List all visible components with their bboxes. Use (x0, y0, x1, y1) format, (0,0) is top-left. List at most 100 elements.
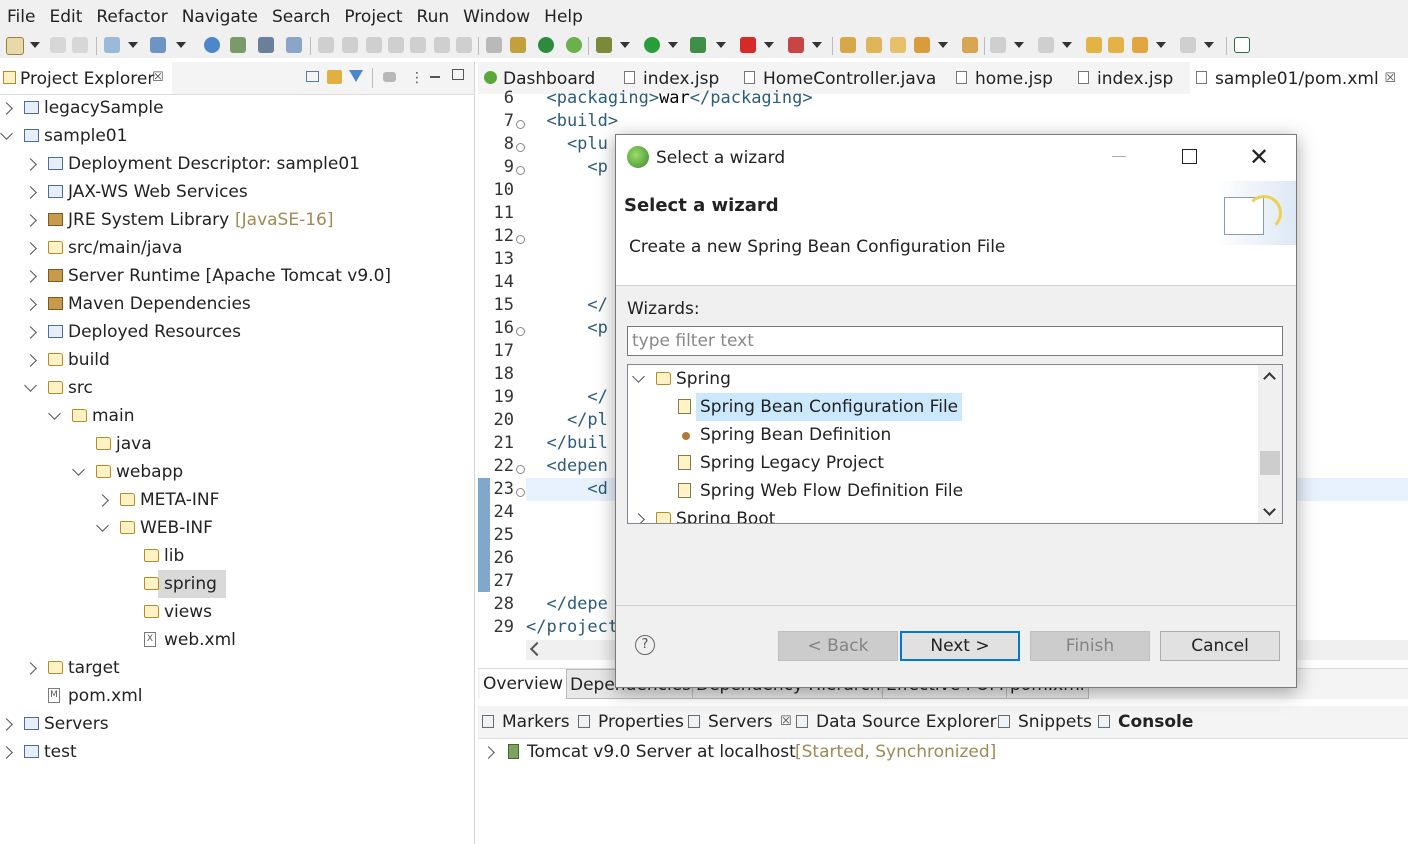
new-java-icon[interactable] (150, 37, 166, 53)
fold-marker-icon[interactable] (516, 143, 525, 152)
suspend-icon[interactable] (342, 37, 358, 53)
tree-item[interactable]: JRE System Library [JavaSE-16] (0, 206, 474, 234)
chevron-down-icon[interactable] (0, 127, 13, 140)
tree-item[interactable]: src (0, 374, 474, 402)
menu-refactor[interactable]: Refactor (89, 7, 174, 27)
tree-item[interactable]: WEB-INF (0, 514, 474, 542)
debug-icon[interactable] (596, 37, 612, 53)
menu-navigate[interactable]: Navigate (175, 7, 265, 27)
chevron-down-icon[interactable] (96, 519, 109, 532)
menu-run[interactable]: Run (410, 7, 457, 27)
annotation-icon[interactable] (962, 37, 978, 53)
chevron-right-icon[interactable] (24, 186, 37, 199)
fold-marker-icon[interactable] (516, 235, 525, 244)
open-task-icon[interactable] (890, 37, 906, 53)
step-into-icon[interactable] (410, 37, 426, 53)
chevron-down-icon[interactable] (764, 42, 774, 48)
resume-icon[interactable] (318, 37, 334, 53)
fold-marker-icon[interactable] (516, 465, 525, 474)
last-edit-icon[interactable] (1086, 37, 1102, 53)
tree-item[interactable]: Servers (0, 710, 474, 738)
fold-marker-icon[interactable] (516, 327, 525, 336)
chevron-down-icon[interactable] (668, 42, 678, 48)
save-icon[interactable] (50, 37, 66, 53)
chevron-right-icon[interactable] (632, 513, 645, 523)
chevron-right-icon[interactable] (24, 326, 37, 339)
terminate-icon[interactable] (366, 37, 382, 53)
tree-item[interactable]: Xweb.xml (0, 626, 474, 654)
tree-item[interactable]: META-INF (0, 486, 474, 514)
scroll-left-icon[interactable] (529, 641, 545, 657)
coverage-icon[interactable] (690, 37, 706, 53)
chevron-right-icon[interactable] (0, 102, 13, 115)
chevron-right-icon[interactable] (24, 298, 37, 311)
chevron-right-icon[interactable] (24, 158, 37, 171)
finish-button[interactable]: Finish (1030, 631, 1150, 661)
maximize-icon[interactable] (1182, 149, 1197, 164)
next-annotation-icon[interactable] (990, 37, 1006, 53)
chevron-right-icon[interactable] (96, 494, 109, 507)
skip-breakpoints-icon[interactable] (486, 37, 502, 53)
wizard-filter-input[interactable]: type filter text (627, 326, 1283, 356)
chevron-down-icon[interactable] (176, 42, 186, 48)
save-all-icon[interactable] (72, 37, 88, 53)
chevron-right-icon[interactable] (482, 746, 495, 759)
terminal-icon[interactable] (258, 37, 274, 53)
chevron-right-icon[interactable] (0, 746, 13, 759)
menu-project[interactable]: Project (337, 7, 409, 27)
maximize-icon[interactable] (452, 69, 464, 80)
help-icon[interactable]: ? (635, 635, 655, 655)
chevron-right-icon[interactable] (24, 214, 37, 227)
menu-search[interactable]: Search (265, 7, 337, 27)
close-icon[interactable]: ☒ (152, 62, 164, 94)
tree-item[interactable]: Deployed Resources (0, 318, 474, 346)
forward-edit-icon[interactable] (1108, 37, 1124, 53)
fold-marker-icon[interactable] (516, 166, 525, 175)
tree-item[interactable]: legacySample (0, 94, 474, 122)
search-task-icon[interactable] (914, 37, 930, 53)
chevron-down-icon[interactable] (1062, 42, 1072, 48)
chevron-down-icon[interactable] (1204, 42, 1214, 48)
close-icon[interactable]: ✕ (1249, 144, 1269, 170)
run-wizard-icon[interactable] (230, 37, 246, 53)
step-return-icon[interactable] (456, 37, 472, 53)
server-row[interactable]: Tomcat v9.0 Server at localhost [Started… (478, 738, 1408, 766)
run-icon[interactable] (644, 37, 660, 53)
globe-icon[interactable] (204, 37, 220, 53)
open-perspective-icon[interactable] (1234, 37, 1250, 53)
back-button[interactable]: < Back (778, 631, 898, 661)
open-type-icon[interactable] (840, 37, 856, 53)
new-icon[interactable] (6, 37, 24, 55)
chevron-down-icon[interactable] (1014, 42, 1024, 48)
external-tools-icon[interactable] (788, 37, 804, 53)
chevron-down-icon[interactable] (812, 42, 822, 48)
tree-item[interactable]: Server Runtime [Apache Tomcat v9.0] (0, 262, 474, 290)
step-over-icon[interactable] (434, 37, 450, 53)
tree-item[interactable]: test (0, 738, 474, 766)
back-icon[interactable] (1132, 37, 1148, 53)
menu-window[interactable]: Window (456, 7, 537, 27)
focus-icon[interactable] (383, 72, 396, 82)
fold-marker-icon[interactable] (516, 488, 525, 497)
wizard-list[interactable]: Spring Spring Bean Configuration File Spri… (627, 364, 1283, 524)
tree-item[interactable]: lib (0, 542, 474, 570)
stop-icon[interactable] (740, 37, 756, 53)
fold-marker-icon[interactable] (516, 120, 525, 129)
tree-item[interactable]: Deployment Descriptor: sample01 (0, 150, 474, 178)
chevron-right-icon[interactable] (24, 242, 37, 255)
chevron-down-icon[interactable] (1156, 42, 1166, 48)
tree-item[interactable]: src/main/java (0, 234, 474, 262)
tree-item[interactable]: target (0, 654, 474, 682)
spring-boot-icon[interactable] (538, 37, 554, 53)
chevron-down-icon[interactable] (72, 463, 85, 476)
chevron-down-icon[interactable] (938, 42, 948, 48)
open-folder-icon[interactable] (866, 37, 882, 53)
chevron-right-icon[interactable] (24, 354, 37, 367)
chevron-right-icon[interactable] (24, 662, 37, 675)
tree-item[interactable]: main (0, 402, 474, 430)
tree-item[interactable]: Mpom.xml (0, 682, 474, 710)
collapse-all-icon[interactable] (306, 71, 319, 82)
scrollbar-thumb[interactable] (1260, 451, 1280, 475)
wizard-list-scrollbar[interactable] (1258, 365, 1282, 523)
tree-item[interactable]: Maven Dependencies (0, 290, 474, 318)
